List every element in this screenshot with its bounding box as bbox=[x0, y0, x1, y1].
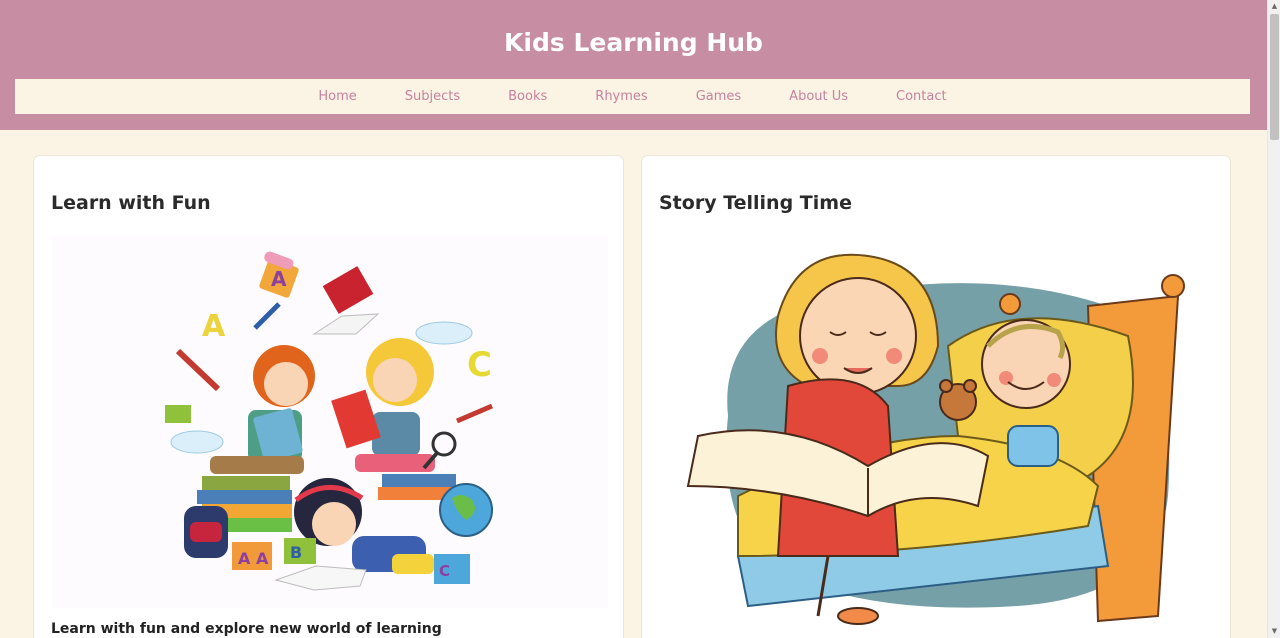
page-scrollbar[interactable]: ▲ ▼ bbox=[1267, 0, 1280, 638]
scrollbar-thumb[interactable] bbox=[1270, 14, 1279, 140]
svg-text:B: B bbox=[290, 543, 302, 562]
svg-text:C: C bbox=[439, 562, 450, 580]
card-learn-with-fun: Learn with Fun A A C A A B C Learn with … bbox=[33, 155, 624, 638]
svg-text:C: C bbox=[467, 345, 492, 385]
site-header: Kids Learning Hub Home Subjects Books Rh… bbox=[0, 0, 1267, 130]
nav-subjects[interactable]: Subjects bbox=[405, 89, 460, 104]
svg-text:A: A bbox=[202, 309, 226, 344]
nav-contact[interactable]: Contact bbox=[896, 89, 947, 104]
svg-text:A A: A A bbox=[238, 549, 269, 568]
site-title: Kids Learning Hub bbox=[504, 28, 763, 57]
nav-home[interactable]: Home bbox=[318, 89, 356, 104]
scroll-down-icon[interactable]: ▼ bbox=[1268, 625, 1280, 638]
kids-learning-illustration: A A C A A B C bbox=[52, 236, 608, 608]
card-title: Story Telling Time bbox=[659, 192, 852, 214]
main-nav: Home Subjects Books Rhymes Games About U… bbox=[15, 79, 1250, 114]
nav-about-us[interactable]: About Us bbox=[789, 89, 848, 104]
scroll-up-icon[interactable]: ▲ bbox=[1268, 0, 1280, 13]
nav-games[interactable]: Games bbox=[696, 89, 741, 104]
storytelling-illustration bbox=[658, 236, 1214, 636]
card-title: Learn with Fun bbox=[51, 192, 211, 214]
nav-rhymes[interactable]: Rhymes bbox=[595, 89, 647, 104]
svg-text:A: A bbox=[271, 267, 287, 291]
card-caption: Learn with fun and explore new world of … bbox=[51, 621, 442, 637]
card-story-telling-time: Story Telling Time bbox=[641, 155, 1231, 638]
nav-books[interactable]: Books bbox=[508, 89, 547, 104]
